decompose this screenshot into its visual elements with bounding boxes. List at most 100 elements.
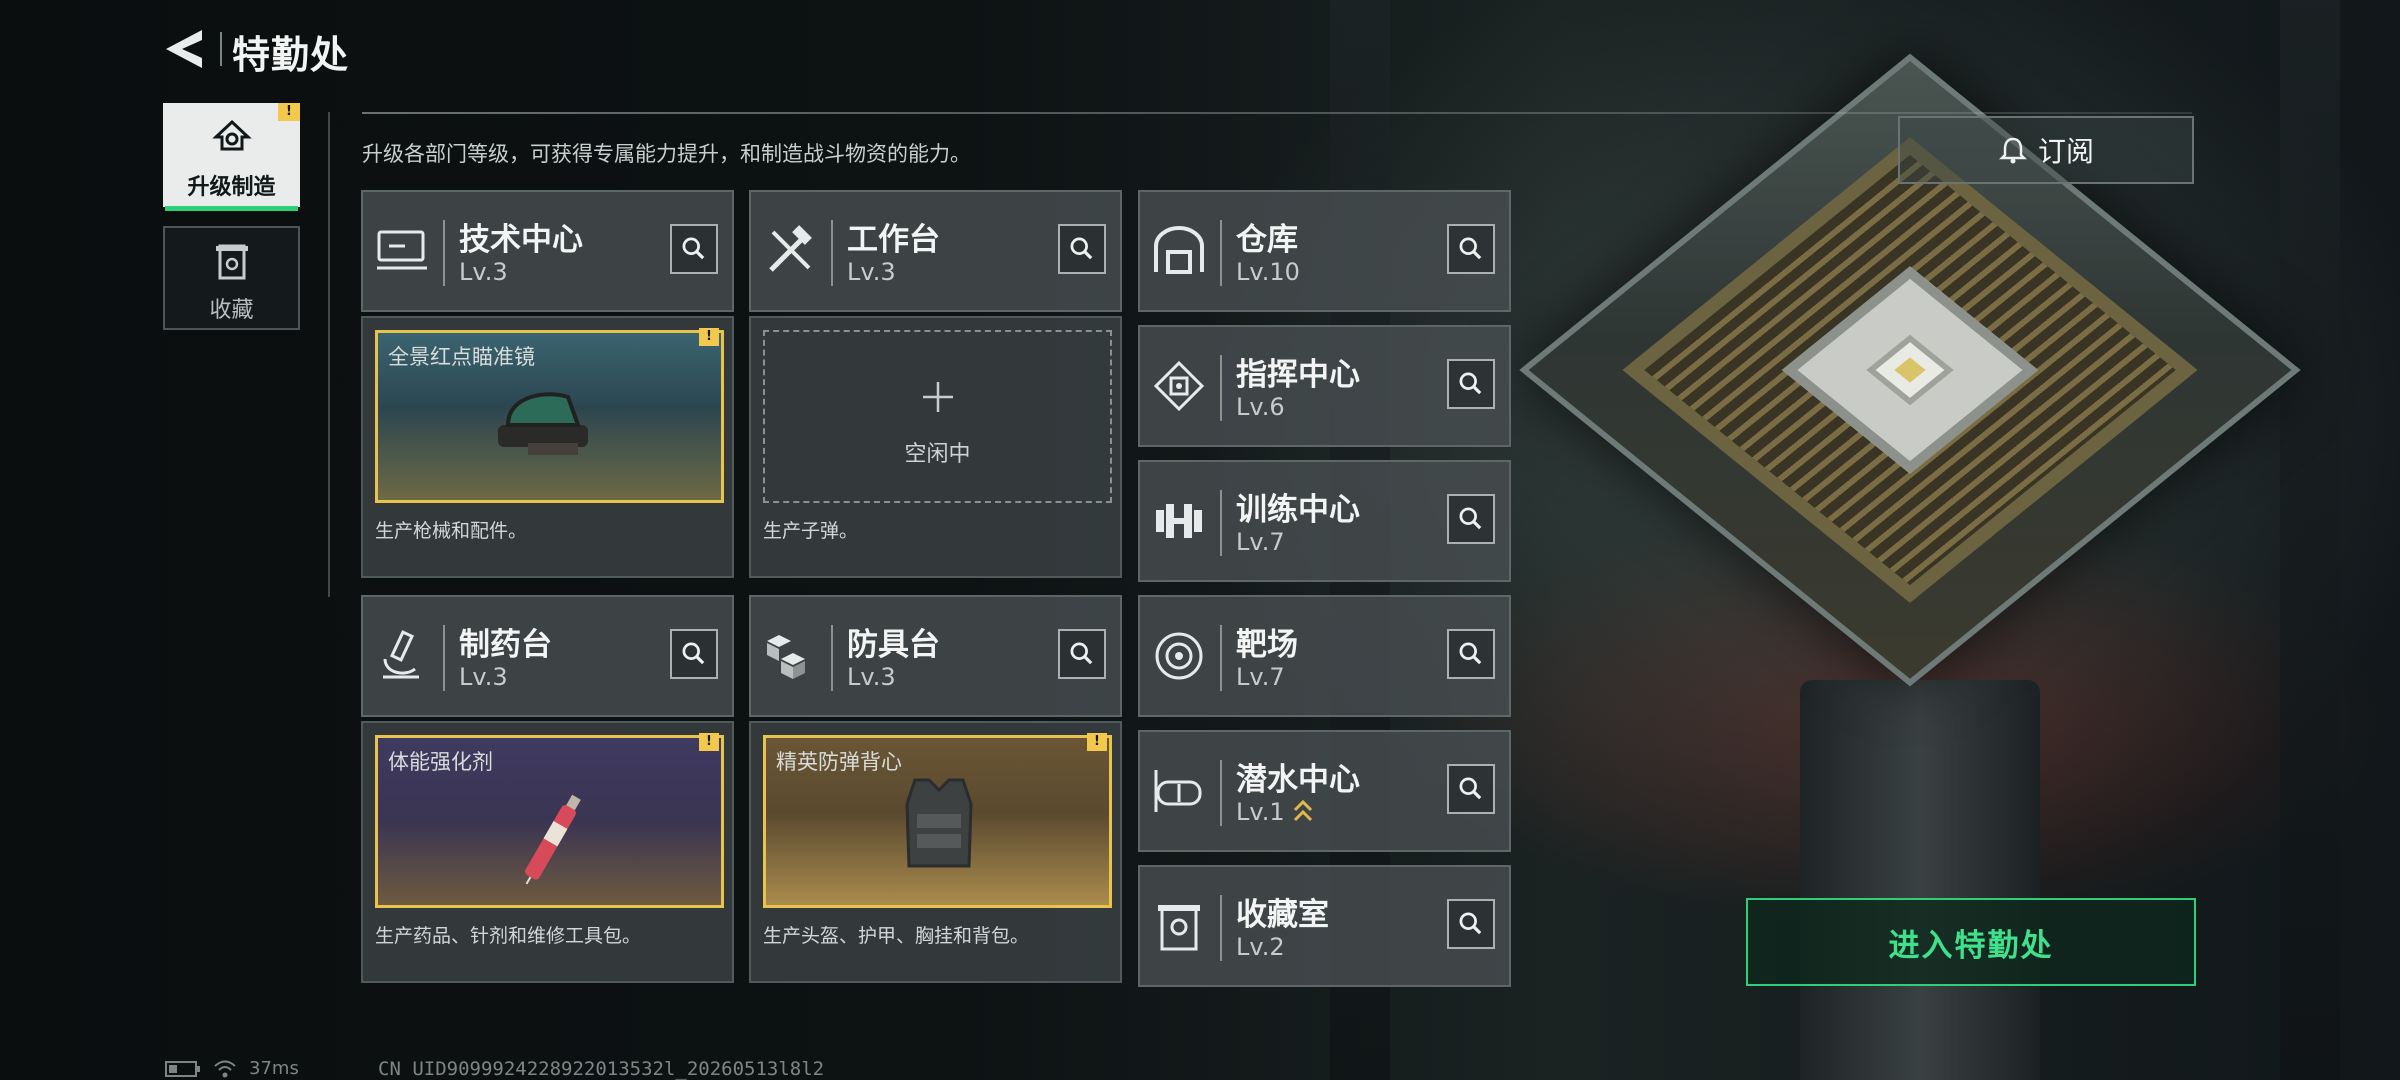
production-desc: 生产子弹。 [763, 520, 859, 542]
dept-name: 技术中心 [459, 222, 583, 258]
empty-production-slot[interactable]: 空闲中 [763, 330, 1112, 503]
background-pillar [2280, 0, 2340, 1080]
dept-name: 潜水中心 [1236, 762, 1360, 798]
plus-icon [922, 382, 953, 412]
enter-button-label: 进入特勤处 [1888, 927, 2054, 964]
tab-collection[interactable]: 收藏 [163, 226, 300, 330]
dept-level: Lv.3 [459, 663, 508, 691]
syringe-image [525, 794, 581, 885]
dept-card-training-center[interactable]: 训练中心 Lv.7 [1138, 460, 1511, 582]
search-icon[interactable] [1058, 224, 1106, 274]
dept-card-command-center[interactable]: 指挥中心 Lv.6 [1138, 325, 1511, 447]
alert-badge: ! [1087, 733, 1107, 751]
production-desc: 生产头盔、护甲、胸挂和背包。 [763, 925, 1030, 947]
dept-name: 仓库 [1236, 222, 1298, 258]
idle-label: 空闲中 [904, 442, 971, 467]
production-panel-workbench[interactable]: 空闲中 生产子弹。 [749, 316, 1122, 578]
search-icon[interactable] [670, 224, 718, 274]
dept-name: 收藏室 [1236, 897, 1329, 933]
page-title: 特勤处 [232, 33, 350, 77]
item-name: 全景红点瞄准镜 [388, 345, 535, 369]
battery-icon [165, 1060, 200, 1077]
dept-level: Lv.6 [1236, 393, 1285, 421]
search-icon[interactable] [1447, 224, 1495, 274]
active-tab-indicator [165, 206, 298, 211]
red-dot-scope-image [498, 392, 588, 455]
enter-special-ops-button[interactable]: 进入特勤处 [1746, 898, 2196, 986]
subscribe-label: 订阅 [2037, 135, 2094, 168]
production-panel-armory[interactable]: 精英防弹背心 ! 生产头盔、护甲、胸挂和背包。 [749, 721, 1122, 983]
dept-level: Lv.3 [847, 663, 896, 691]
search-icon[interactable] [1447, 764, 1495, 814]
page-description: 升级各部门等级，可获得专属能力提升，和制造战斗物资的能力。 [362, 142, 971, 166]
dept-level: Lv.2 [1236, 933, 1285, 961]
dept-name: 指挥中心 [1236, 357, 1360, 393]
production-panel-tech[interactable]: 全景红点瞄准镜 ! 生产枪械和配件。 [361, 316, 734, 578]
bell-icon [1998, 137, 2028, 164]
dept-name: 制药台 [459, 627, 552, 663]
search-icon[interactable] [1447, 359, 1495, 409]
production-panel-pharmacy[interactable]: 体能强化剂 ! 生产药品、针剂和维修工具包。 [361, 721, 734, 983]
back-arrow-icon[interactable] [162, 26, 204, 72]
dept-level: Lv.10 [1236, 258, 1300, 286]
dumbbell-icon [1156, 504, 1202, 538]
goggles-icon [1154, 770, 1202, 812]
dept-card-workbench[interactable]: 工作台 Lv.3 [749, 190, 1122, 312]
dept-level: Lv.7 [1236, 663, 1285, 691]
ping-value: 37ms [249, 1058, 299, 1079]
dept-card-warehouse[interactable]: 仓库 Lv.10 [1138, 190, 1511, 312]
alert-badge: ! [699, 328, 719, 346]
alert-badge: ! [278, 103, 300, 121]
dept-level: Lv.3 [459, 258, 508, 286]
cube-pedestal [1800, 680, 2040, 1080]
search-icon[interactable] [1447, 899, 1495, 949]
alert-badge: ! [699, 733, 719, 751]
search-icon[interactable] [1447, 494, 1495, 544]
dept-name: 训练中心 [1236, 492, 1360, 528]
dept-level: Lv.3 [847, 258, 896, 286]
production-slot[interactable]: 全景红点瞄准镜 [375, 330, 724, 503]
wifi-icon [214, 1060, 236, 1077]
trophy-icon [1158, 905, 1200, 951]
tab-label: 升级制造 [187, 175, 276, 200]
status-bar: 37ms [165, 1058, 299, 1079]
collection-icon [215, 244, 248, 280]
user-uid: CN UID9099924228922013532l_20260513l8l2 [378, 1058, 825, 1080]
dept-card-pharmacy[interactable]: 制药台 Lv.3 [361, 595, 734, 717]
production-slot[interactable]: 精英防弹背心 [763, 735, 1112, 908]
item-name: 精英防弹背心 [776, 750, 902, 774]
blocks-icon [767, 635, 805, 679]
dept-level: Lv.7 [1236, 528, 1285, 556]
title-divider [220, 32, 222, 66]
dept-card-shooting-range[interactable]: 靶场 Lv.7 [1138, 595, 1511, 717]
tools-icon [769, 225, 812, 272]
divider [362, 112, 2192, 114]
dept-card-diving-center[interactable]: 潜水中心 Lv.1 [1138, 730, 1511, 852]
tab-upgrade-craft[interactable]: 升级制造 ! [163, 103, 300, 211]
production-desc: 生产枪械和配件。 [375, 520, 528, 542]
dept-level: Lv.1 [1236, 798, 1285, 826]
chip-icon [1153, 360, 1205, 412]
armor-vest-image [905, 778, 973, 868]
item-name: 体能强化剂 [388, 750, 493, 774]
production-desc: 生产药品、针剂和维修工具包。 [375, 925, 642, 947]
computer-icon [377, 230, 427, 270]
divider [328, 112, 330, 597]
subscribe-button[interactable]: 订阅 [1898, 116, 2194, 184]
search-icon[interactable] [1447, 629, 1495, 679]
dept-card-tech-center[interactable]: 技术中心 Lv.3 [361, 190, 734, 312]
upgrade-arrow-icon [1293, 799, 1313, 822]
upgrade-icon [211, 119, 252, 151]
target-icon [1155, 632, 1203, 680]
tab-label: 收藏 [209, 298, 254, 323]
search-icon[interactable] [1058, 629, 1106, 679]
warehouse-icon [1154, 226, 1204, 274]
production-slot[interactable]: 体能强化剂 [375, 735, 724, 908]
dept-card-collection-room[interactable]: 收藏室 Lv.2 [1138, 865, 1511, 987]
dept-name: 工作台 [847, 222, 940, 258]
dept-name: 靶场 [1236, 627, 1298, 663]
dept-name: 防具台 [847, 627, 940, 663]
microscope-icon [383, 630, 419, 679]
search-icon[interactable] [670, 629, 718, 679]
dept-card-armory[interactable]: 防具台 Lv.3 [749, 595, 1122, 717]
